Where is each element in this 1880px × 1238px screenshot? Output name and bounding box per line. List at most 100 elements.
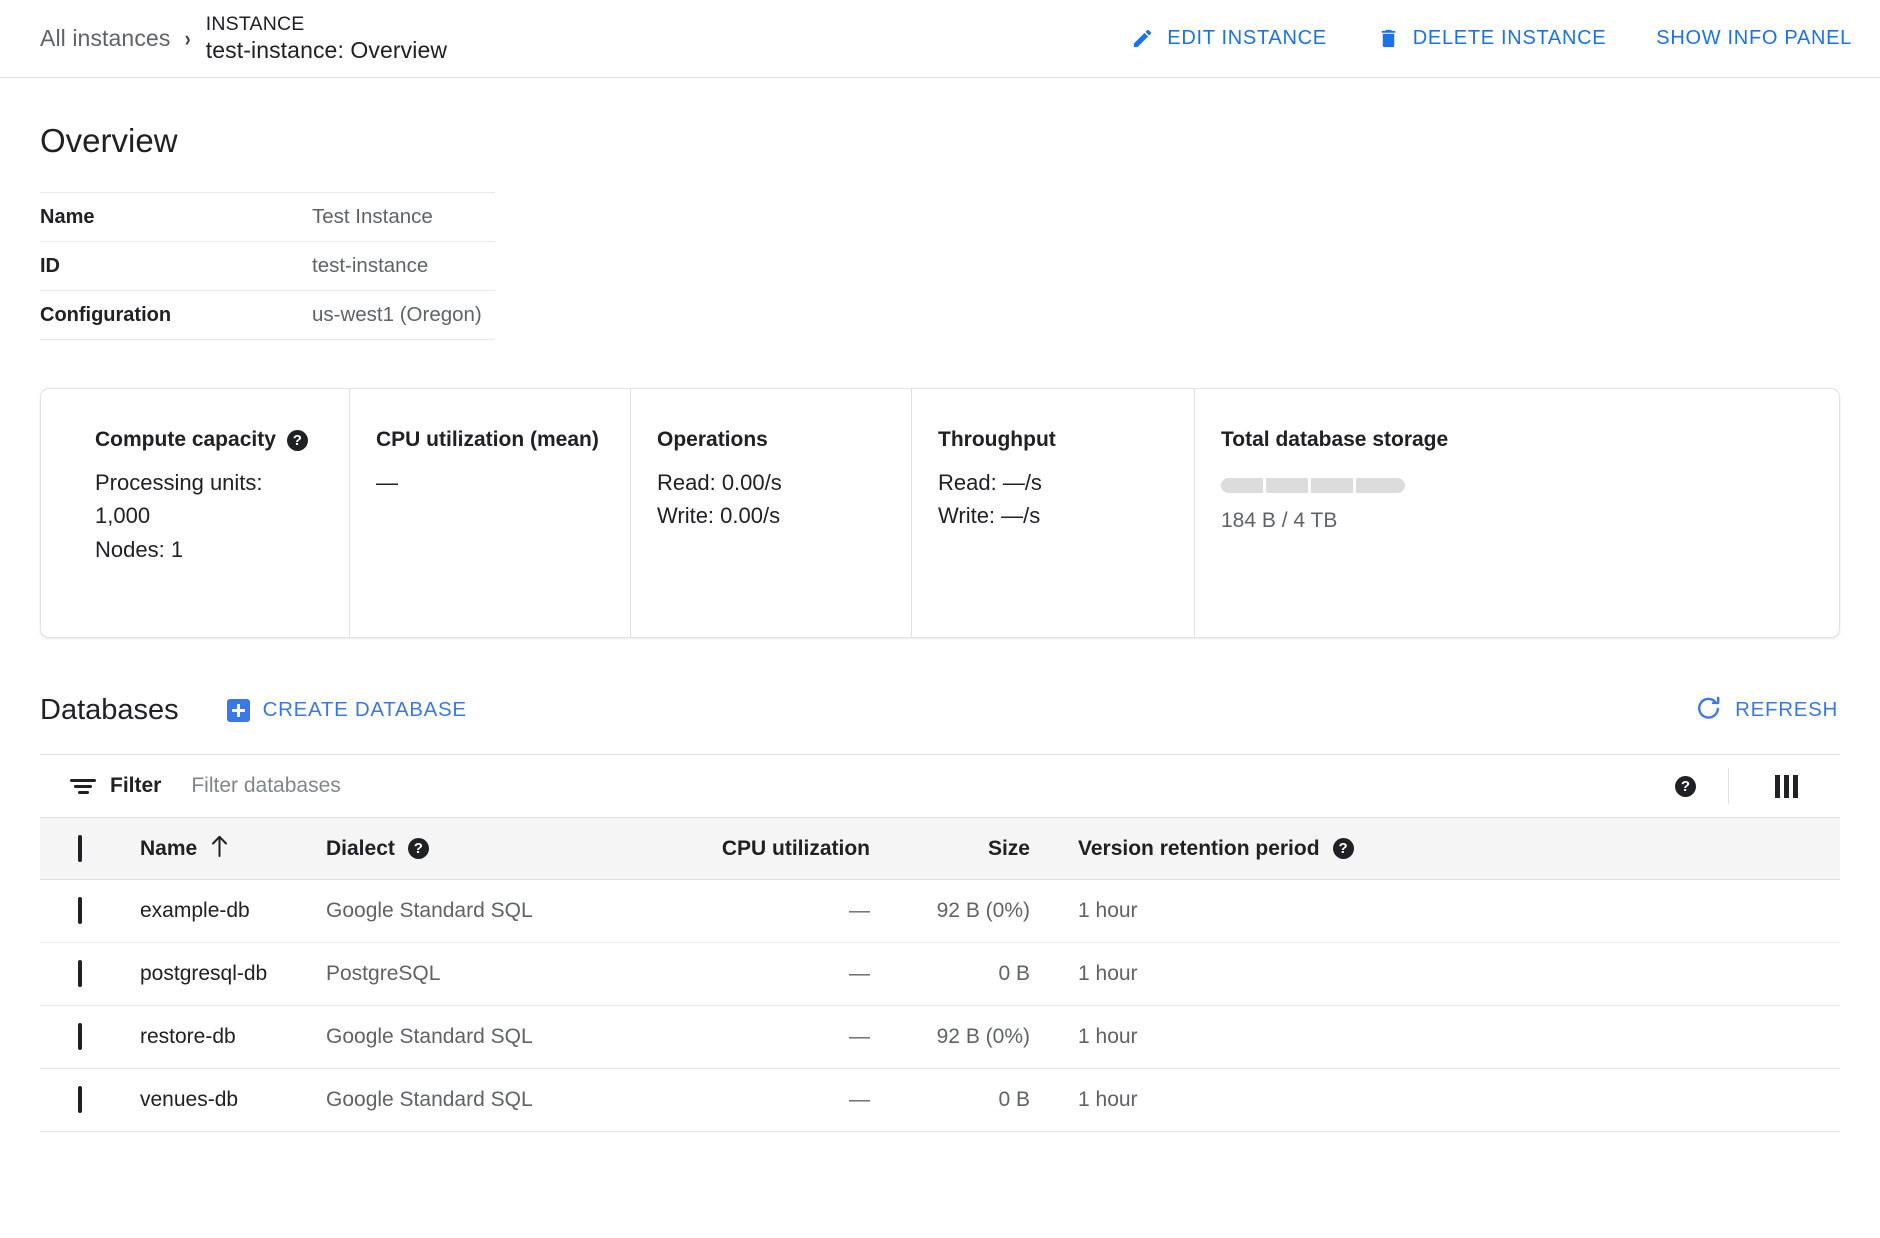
filter-bar-actions: ? xyxy=(1675,768,1840,804)
overview-value-configuration: us-west1 (Oregon) xyxy=(312,291,495,340)
cell-size: 92 B (0%) xyxy=(870,880,1030,943)
overview-value-id: test-instance xyxy=(312,242,495,291)
delete-instance-label: DELETE INSTANCE xyxy=(1413,27,1607,50)
throughput-write: Write: —/s xyxy=(938,499,1194,532)
help-icon[interactable]: ? xyxy=(1333,838,1354,859)
edit-instance-button[interactable]: EDIT INSTANCE xyxy=(1129,21,1329,56)
storage-segment xyxy=(1266,478,1308,493)
table-row[interactable]: venues-db Google Standard SQL — 0 B 1 ho… xyxy=(40,1069,1840,1132)
help-icon[interactable]: ? xyxy=(1675,776,1696,797)
filter-label: Filter xyxy=(110,774,161,798)
row-checkbox[interactable] xyxy=(78,897,82,924)
throughput-read: Read: —/s xyxy=(938,466,1194,499)
cell-dialect: Google Standard SQL xyxy=(326,1069,642,1132)
cell-dialect: Google Standard SQL xyxy=(326,1006,642,1069)
help-icon[interactable]: ? xyxy=(287,430,308,451)
cell-size: 92 B (0%) xyxy=(870,1006,1030,1069)
column-header-name[interactable]: Name xyxy=(140,818,326,880)
metric-compute-capacity-label: Compute capacity xyxy=(95,428,276,452)
metric-throughput: Throughput Read: —/s Write: —/s xyxy=(911,389,1194,637)
column-header-version-retention-period: Version retention period ? xyxy=(1030,818,1840,880)
overview-value-name: Test Instance xyxy=(312,193,495,242)
trash-icon xyxy=(1377,27,1400,50)
metric-total-database-storage: Total database storage 184 B / 4 TB xyxy=(1194,389,1494,637)
metric-compute-capacity-title: Compute capacity ? xyxy=(95,428,349,452)
overview-row-id: ID test-instance xyxy=(40,242,495,291)
overview-row-configuration: Configuration us-west1 (Oregon) xyxy=(40,291,495,340)
processing-units-label: Processing units: xyxy=(95,466,349,499)
filter-databases-input[interactable] xyxy=(191,774,711,798)
refresh-button[interactable]: REFRESH xyxy=(1695,694,1840,727)
overview-details-table: Name Test Instance ID test-instance Conf… xyxy=(40,192,495,340)
select-all-checkbox[interactable] xyxy=(78,835,82,862)
metric-total-database-storage-title: Total database storage xyxy=(1221,428,1494,452)
row-checkbox[interactable] xyxy=(78,960,82,987)
operations-read: Read: 0.00/s xyxy=(657,466,911,499)
cell-cpu-utilization: — xyxy=(642,1006,870,1069)
help-icon[interactable]: ? xyxy=(408,838,429,859)
table-row[interactable]: example-db Google Standard SQL — 92 B (0… xyxy=(40,880,1840,943)
breadcrumb-current: INSTANCE test-instance: Overview xyxy=(206,12,447,65)
create-database-label: CREATE DATABASE xyxy=(263,698,467,722)
show-info-panel-button[interactable]: SHOW INFO PANEL xyxy=(1654,21,1854,56)
row-select-cell xyxy=(40,1069,140,1132)
cell-version-retention-period: 1 hour xyxy=(1030,1006,1840,1069)
cell-cpu-utilization: — xyxy=(642,880,870,943)
create-database-button[interactable]: CREATE DATABASE xyxy=(227,698,467,722)
refresh-label: REFRESH xyxy=(1735,698,1838,722)
cell-database-name[interactable]: venues-db xyxy=(140,1069,326,1132)
metric-compute-capacity-value: Processing units: 1,000 Nodes: 1 xyxy=(95,466,349,566)
processing-units-value: 1,000 xyxy=(95,499,349,532)
chevron-right-icon: › xyxy=(185,28,191,50)
storage-progress-bar xyxy=(1221,478,1494,493)
metric-cpu-utilization-title: CPU utilization (mean) xyxy=(376,428,630,452)
metric-cpu-utilization-value: — xyxy=(376,466,630,499)
row-select-cell xyxy=(40,880,140,943)
breadcrumb: All instances › INSTANCE test-instance: … xyxy=(40,12,447,65)
metric-operations-value: Read: 0.00/s Write: 0.00/s xyxy=(657,466,911,533)
overview-row-name: Name Test Instance xyxy=(40,193,495,242)
table-row[interactable]: postgresql-db PostgreSQL — 0 B 1 hour xyxy=(40,943,1840,1006)
overview-key-name: Name xyxy=(40,193,312,242)
delete-instance-button[interactable]: DELETE INSTANCE xyxy=(1375,21,1609,56)
cell-version-retention-period: 1 hour xyxy=(1030,943,1840,1006)
cell-size: 0 B xyxy=(870,943,1030,1006)
metric-total-database-storage-label: Total database storage xyxy=(1221,428,1448,452)
column-header-cpu-utilization: CPU utilization xyxy=(642,818,870,880)
table-header-row: Name Dialect ? CPU xyxy=(40,818,1840,880)
cell-database-name[interactable]: restore-db xyxy=(140,1006,326,1069)
metric-cpu-utilization: CPU utilization (mean) — xyxy=(349,389,630,637)
column-header-name-label: Name xyxy=(140,837,197,861)
row-checkbox[interactable] xyxy=(78,1086,82,1113)
cell-dialect: PostgreSQL xyxy=(326,943,642,1006)
divider xyxy=(1728,768,1729,804)
operations-write: Write: 0.00/s xyxy=(657,499,911,532)
metric-cpu-utilization-label: CPU utilization (mean) xyxy=(376,428,599,452)
nodes-value: Nodes: 1 xyxy=(95,533,349,566)
databases-heading: Databases xyxy=(40,694,179,727)
databases-header: Databases CREATE DATABASE REFRESH xyxy=(40,688,1840,732)
top-actions: EDIT INSTANCE DELETE INSTANCE SHOW INFO … xyxy=(1129,21,1854,56)
row-checkbox[interactable] xyxy=(78,1023,82,1050)
storage-segment xyxy=(1311,478,1353,493)
metric-operations-label: Operations xyxy=(657,428,768,452)
metric-throughput-label: Throughput xyxy=(938,428,1056,452)
cell-cpu-utilization: — xyxy=(642,943,870,1006)
column-settings-icon[interactable] xyxy=(1775,775,1798,798)
cell-database-name[interactable]: example-db xyxy=(140,880,326,943)
edit-instance-label: EDIT INSTANCE xyxy=(1167,27,1327,50)
top-action-bar: All instances › INSTANCE test-instance: … xyxy=(0,0,1880,78)
metric-throughput-title: Throughput xyxy=(938,428,1194,452)
cell-dialect: Google Standard SQL xyxy=(326,880,642,943)
breadcrumb-all-instances-link[interactable]: All instances xyxy=(40,25,170,52)
filter-icon[interactable] xyxy=(70,777,96,795)
cell-database-name[interactable]: postgresql-db xyxy=(140,943,326,1006)
cell-cpu-utilization: — xyxy=(642,1069,870,1132)
cell-version-retention-period: 1 hour xyxy=(1030,880,1840,943)
refresh-icon xyxy=(1695,694,1722,727)
column-header-size: Size xyxy=(870,818,1030,880)
table-row[interactable]: restore-db Google Standard SQL — 92 B (0… xyxy=(40,1006,1840,1069)
metric-compute-capacity: Compute capacity ? Processing units: 1,0… xyxy=(41,389,349,637)
instance-metrics-card: Compute capacity ? Processing units: 1,0… xyxy=(40,388,1840,638)
filter-bar: Filter ? xyxy=(40,755,1840,817)
